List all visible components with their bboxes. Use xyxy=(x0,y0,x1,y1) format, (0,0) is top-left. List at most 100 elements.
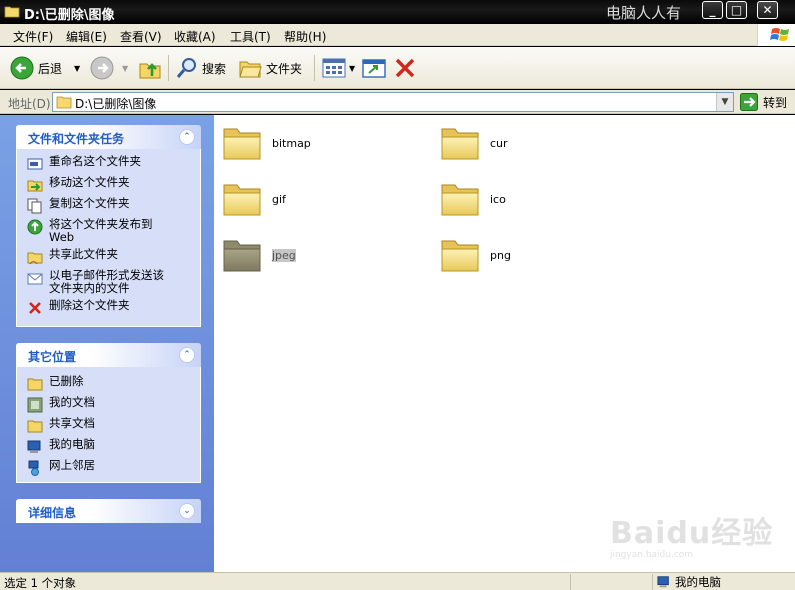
back-dropdown-icon[interactable]: ▼ xyxy=(74,64,80,73)
go-button[interactable]: 转到 xyxy=(740,93,787,111)
watermark-text: 电脑人人有 xyxy=(606,4,682,22)
copy-icon xyxy=(27,198,42,214)
move-icon xyxy=(27,180,43,192)
status-divider xyxy=(570,574,571,590)
go-arrow-icon xyxy=(740,93,758,111)
status-divider xyxy=(652,574,653,590)
views-icon xyxy=(322,58,346,78)
folder-icon xyxy=(56,96,72,109)
maximize-button[interactable]: □ xyxy=(726,1,747,19)
task-delete[interactable]: 删除这个文件夹 xyxy=(27,299,192,316)
toolbar-separator xyxy=(314,55,315,81)
folder-name: cur xyxy=(490,136,508,150)
task-label: 重命名这个文件夹 xyxy=(49,154,141,168)
menu-favorites[interactable]: 收藏(A) xyxy=(174,28,216,45)
collapse-chevron-icon[interactable]: ⌃ xyxy=(179,129,195,145)
task-pane: 文件和文件夹任务 ⌃ 重命名这个文件夹 移动这个文件夹 复制这个文件夹 将这个文… xyxy=(0,115,214,572)
address-label: 地址(D) xyxy=(8,97,51,111)
address-value: D:\已删除\图像 xyxy=(75,97,157,111)
forward-dropdown-icon[interactable]: ▼ xyxy=(122,64,128,73)
other-places-header[interactable]: 其它位置 ⌃ xyxy=(16,343,201,367)
file-tasks-panel: 文件和文件夹任务 ⌃ 重命名这个文件夹 移动这个文件夹 复制这个文件夹 将这个文… xyxy=(16,125,201,327)
collapse-chevron-icon[interactable]: ⌃ xyxy=(179,347,195,363)
views-dropdown-icon[interactable]: ▼ xyxy=(349,64,355,73)
share-icon xyxy=(27,252,43,265)
task-label: 将这个文件夹发布到 Web xyxy=(49,217,153,244)
place-my-computer[interactable]: 我的电脑 xyxy=(27,438,192,455)
back-label: 后退 xyxy=(38,61,63,76)
task-move[interactable]: 移动这个文件夹 xyxy=(27,176,192,193)
toolbar-separator xyxy=(168,55,169,81)
folder-item[interactable]: bitmap xyxy=(222,125,311,161)
task-publish-web[interactable]: 将这个文件夹发布到 Web xyxy=(27,218,192,244)
address-input[interactable]: D:\已删除\图像 ▼ xyxy=(52,92,734,112)
folder-icon xyxy=(223,128,261,160)
place-deleted[interactable]: 已删除 xyxy=(27,375,192,392)
menu-view[interactable]: 查看(V) xyxy=(120,28,162,45)
search-button[interactable]: 搜索 xyxy=(176,53,226,83)
menu-edit[interactable]: 编辑(E) xyxy=(66,28,107,45)
task-label: 共享此文件夹 xyxy=(49,247,118,261)
details-header[interactable]: 详细信息 ⌄ xyxy=(16,499,201,523)
rename-icon xyxy=(27,158,43,170)
address-dropdown-icon[interactable]: ▼ xyxy=(716,93,733,111)
forward-button[interactable]: ▼ xyxy=(90,53,128,83)
folder-item[interactable]: ico xyxy=(440,181,506,217)
go-label: 转到 xyxy=(763,95,788,110)
status-selection: 选定 1 个对象 xyxy=(4,576,77,590)
task-label: 以电子邮件形式发送该文件夹内的文件 xyxy=(49,268,164,295)
other-places-panel: 其它位置 ⌃ 已删除 我的文档 共享文档 我的电脑 网上邻居 xyxy=(16,343,201,483)
folder-name: bitmap xyxy=(272,136,311,150)
other-places-title: 其它位置 xyxy=(28,350,77,364)
task-email[interactable]: 以电子邮件形式发送该文件夹内的文件 xyxy=(27,269,192,295)
place-shared-documents[interactable]: 共享文档 xyxy=(27,417,192,434)
folder-icon xyxy=(4,6,20,18)
views-button[interactable]: ▼ xyxy=(322,53,355,83)
folders-button[interactable]: 文件夹 xyxy=(238,53,302,83)
my-computer-icon xyxy=(657,576,669,588)
place-label: 已删除 xyxy=(49,374,84,388)
folder-item[interactable]: png xyxy=(440,237,511,273)
close-button[interactable]: ✕ xyxy=(757,1,778,19)
folders-label: 文件夹 xyxy=(266,61,303,76)
folder-icon xyxy=(223,184,261,216)
folder-icon xyxy=(441,184,479,216)
up-folder-icon xyxy=(139,63,161,79)
file-tasks-title: 文件和文件夹任务 xyxy=(28,132,125,146)
task-label: 删除这个文件夹 xyxy=(49,298,130,312)
up-folder-button[interactable] xyxy=(138,53,162,83)
folder-sync-button[interactable] xyxy=(362,53,386,83)
menu-tools[interactable]: 工具(T) xyxy=(230,28,271,45)
folder-item-selected[interactable]: jpeg xyxy=(222,237,296,273)
delete-button[interactable] xyxy=(394,53,416,83)
folder-item[interactable]: gif xyxy=(222,181,286,217)
minimize-button[interactable]: _ xyxy=(702,1,723,19)
menu-help[interactable]: 帮助(H) xyxy=(284,28,326,45)
place-label: 网上邻居 xyxy=(49,458,95,472)
menu-file[interactable]: 文件(F) xyxy=(13,28,53,45)
email-icon xyxy=(27,273,43,285)
my-documents-icon xyxy=(27,397,43,413)
menu-bar: 文件(F) 编辑(E) 查看(V) 收藏(A) 工具(T) 帮助(H) xyxy=(0,24,795,46)
folder-name: png xyxy=(490,248,511,262)
details-panel: 详细信息 ⌄ xyxy=(16,499,201,523)
task-copy[interactable]: 复制这个文件夹 xyxy=(27,197,192,214)
windows-logo-icon xyxy=(757,24,795,46)
expand-chevron-icon[interactable]: ⌄ xyxy=(179,503,195,519)
folder-item[interactable]: cur xyxy=(440,125,508,161)
task-label: 复制这个文件夹 xyxy=(49,196,130,210)
window-title: D:\已删除\图像 xyxy=(24,8,115,23)
publish-web-icon xyxy=(27,219,43,235)
place-label: 我的电脑 xyxy=(49,437,95,451)
status-location-label: 我的电脑 xyxy=(675,575,721,589)
back-button[interactable]: 后退 ▼ xyxy=(10,53,80,83)
task-rename[interactable]: 重命名这个文件夹 xyxy=(27,155,192,172)
place-network[interactable]: 网上邻居 xyxy=(27,459,192,476)
file-tasks-header[interactable]: 文件和文件夹任务 ⌃ xyxy=(16,125,201,149)
address-bar: 地址(D) D:\已删除\图像 ▼ 转到 xyxy=(0,90,795,114)
folder-icon xyxy=(27,378,43,391)
folder-icon xyxy=(441,128,479,160)
status-bar: 选定 1 个对象 我的电脑 xyxy=(0,572,795,590)
place-my-documents[interactable]: 我的文档 xyxy=(27,396,192,413)
task-share[interactable]: 共享此文件夹 xyxy=(27,248,192,265)
